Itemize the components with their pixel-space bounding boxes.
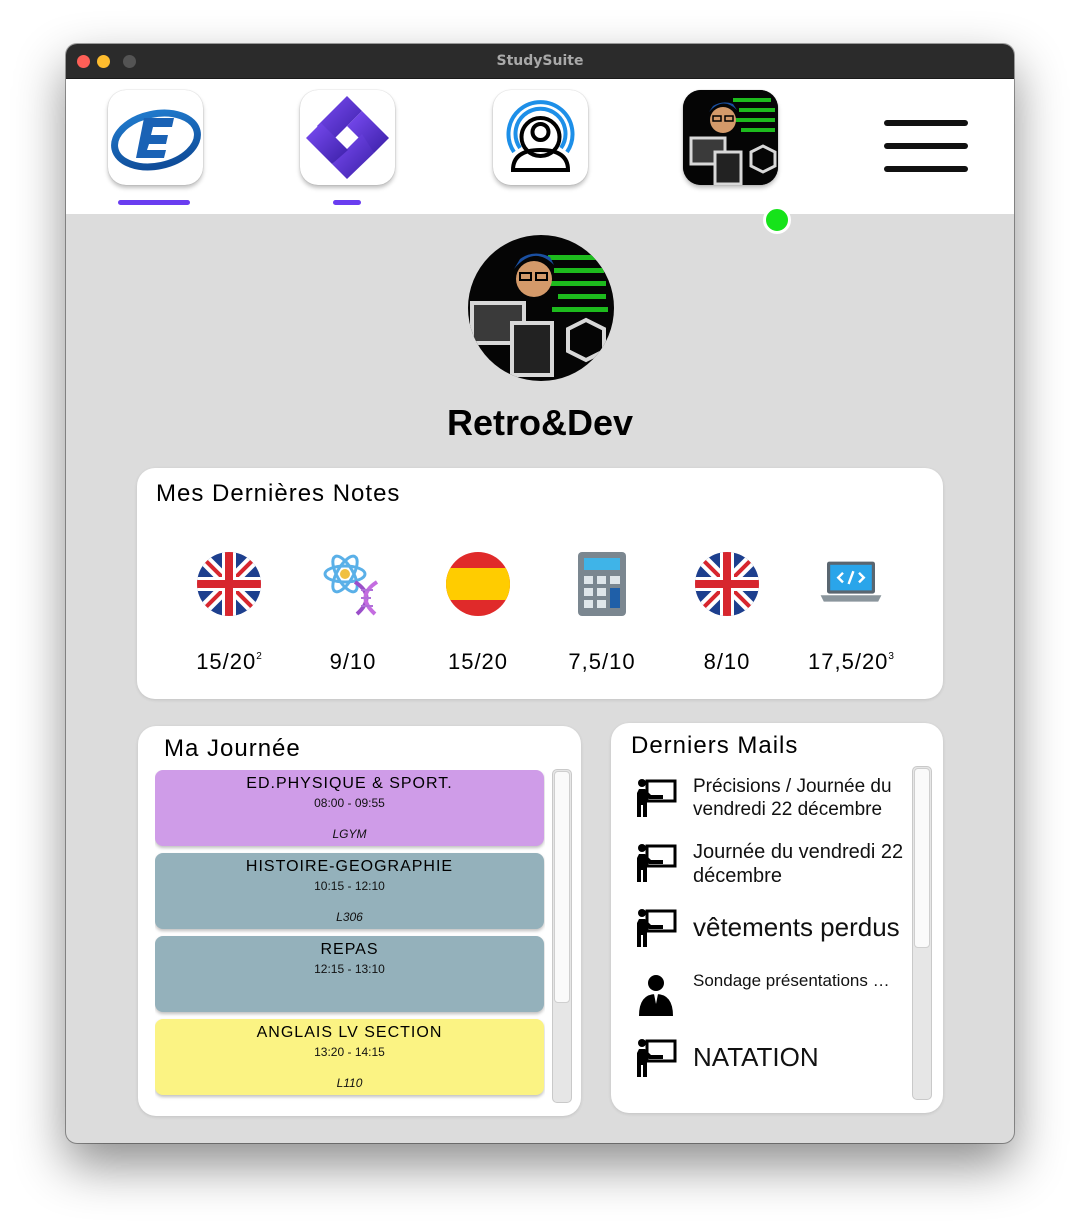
schedule-scrollbar[interactable] — [552, 769, 572, 1103]
lesson-room: L306 — [336, 910, 363, 924]
schedule-title: Ma Journée — [164, 735, 301, 762]
lesson-name: REPAS — [320, 941, 379, 958]
schedule-list[interactable]: ED.PHYSIQUE & SPORT. 08:00 - 09:55 LGYM … — [155, 770, 545, 1104]
calculator-icon — [578, 552, 626, 616]
mail-subject: Journée du vendredi 22 décembre — [693, 841, 904, 887]
grade-value: 17,5/203 — [808, 649, 894, 674]
laptop-code-icon — [820, 561, 882, 602]
grade-value: 15/20 — [447, 649, 509, 674]
mail-item[interactable]: NATATION — [635, 1036, 905, 1082]
profile-avatar — [468, 235, 614, 381]
mail-subject: NATATION — [693, 1042, 819, 1072]
uk-flag-icon — [197, 552, 261, 616]
person-icon — [639, 975, 673, 1016]
top-navigation — [66, 79, 1014, 234]
grade-value: 7,5/10 — [568, 649, 636, 674]
lesson-name: ED.PHYSIQUE & SPORT. — [246, 775, 453, 792]
lesson-time: 08:00 - 09:55 — [314, 796, 385, 810]
grade-value: 9/10 — [329, 649, 377, 674]
purple-app-button[interactable] — [300, 90, 395, 185]
mail-subject: vêtements perdus — [693, 912, 900, 942]
mails-scrollbar[interactable] — [912, 766, 932, 1100]
schedule-scroll-thumb[interactable] — [554, 771, 570, 1003]
schedule-card: Ma Journée ED.PHYSIQUE & SPORT. 08:00 - … — [138, 726, 581, 1116]
teacher-board-icon — [637, 1039, 677, 1077]
mails-scroll-thumb[interactable] — [914, 768, 930, 948]
lesson-card[interactable]: HISTOIRE-GEOGRAPHIE 10:15 - 12:10 L306 — [155, 853, 544, 929]
broadcast-person-icon — [506, 100, 575, 172]
hamburger-menu-icon[interactable] — [884, 120, 968, 172]
mail-item[interactable]: Sondage présentations formations anciens… — [635, 970, 905, 1020]
mail-subject: Précisions / Journée du vendredi 22 déce… — [693, 776, 892, 820]
lesson-room: LGYM — [332, 827, 367, 841]
profile-name: Retro&Dev — [446, 402, 634, 443]
purple-diamond-icon — [306, 96, 389, 179]
spain-flag-icon — [446, 552, 510, 616]
lesson-time: 13:20 - 14:15 — [314, 1045, 385, 1059]
ecoledirecte-e-icon — [111, 109, 201, 171]
lesson-name: HISTOIRE-GEOGRAPHIE — [245, 858, 454, 875]
lesson-time: 12:15 - 13:10 — [314, 962, 385, 976]
grades-title: Mes Dernières Notes — [156, 480, 401, 507]
lesson-time: 10:15 - 12:10 — [314, 879, 385, 893]
lesson-name: ANGLAIS LV SECTION — [256, 1024, 443, 1041]
mail-item[interactable]: Journée du vendredi 22 décembre — [635, 840, 905, 900]
active-tab-indicator — [118, 200, 190, 205]
teacher-board-icon — [637, 909, 677, 947]
title-bar: StudySuite — [66, 44, 1014, 79]
grade-value: 8/10 — [703, 649, 751, 674]
mail-item[interactable]: vêtements perdus — [635, 906, 905, 952]
atom-dna-icon — [323, 554, 379, 616]
user-avatar — [683, 90, 778, 185]
lesson-card[interactable]: REPAS 12:15 - 13:10 — [155, 936, 544, 1012]
lesson-room: L110 — [336, 1076, 363, 1090]
mail-item[interactable]: Précisions / Journée du vendredi 22 déce… — [635, 775, 905, 835]
mail-subject: Sondage présentations formations anciens… — [693, 971, 893, 990]
user-avatar-button[interactable] — [683, 90, 778, 185]
grades-card: Mes Dernières Notes 15/202 9/10 15/20 7,… — [137, 468, 943, 699]
active-tab-indicator — [333, 200, 361, 205]
uk-flag-icon — [695, 552, 759, 616]
app-window: StudySuite Retro&Dev Mes Dernières Notes… — [66, 44, 1014, 1143]
mails-title: Derniers Mails — [631, 732, 799, 759]
profile-app-button[interactable] — [493, 90, 588, 185]
mails-card: Derniers Mails Précisions / Journée du v… — [611, 723, 943, 1113]
window-title: StudySuite — [496, 53, 584, 69]
teacher-board-icon — [637, 844, 677, 882]
teacher-board-icon — [637, 779, 677, 817]
lesson-card[interactable]: ANGLAIS LV SECTION 13:20 - 14:15 L110 — [155, 1019, 544, 1095]
grade-value: 15/202 — [196, 649, 262, 674]
online-status-dot — [763, 206, 791, 234]
lesson-card[interactable]: ED.PHYSIQUE & SPORT. 08:00 - 09:55 LGYM — [155, 770, 544, 846]
ecoledirecte-app-button[interactable] — [108, 90, 203, 185]
